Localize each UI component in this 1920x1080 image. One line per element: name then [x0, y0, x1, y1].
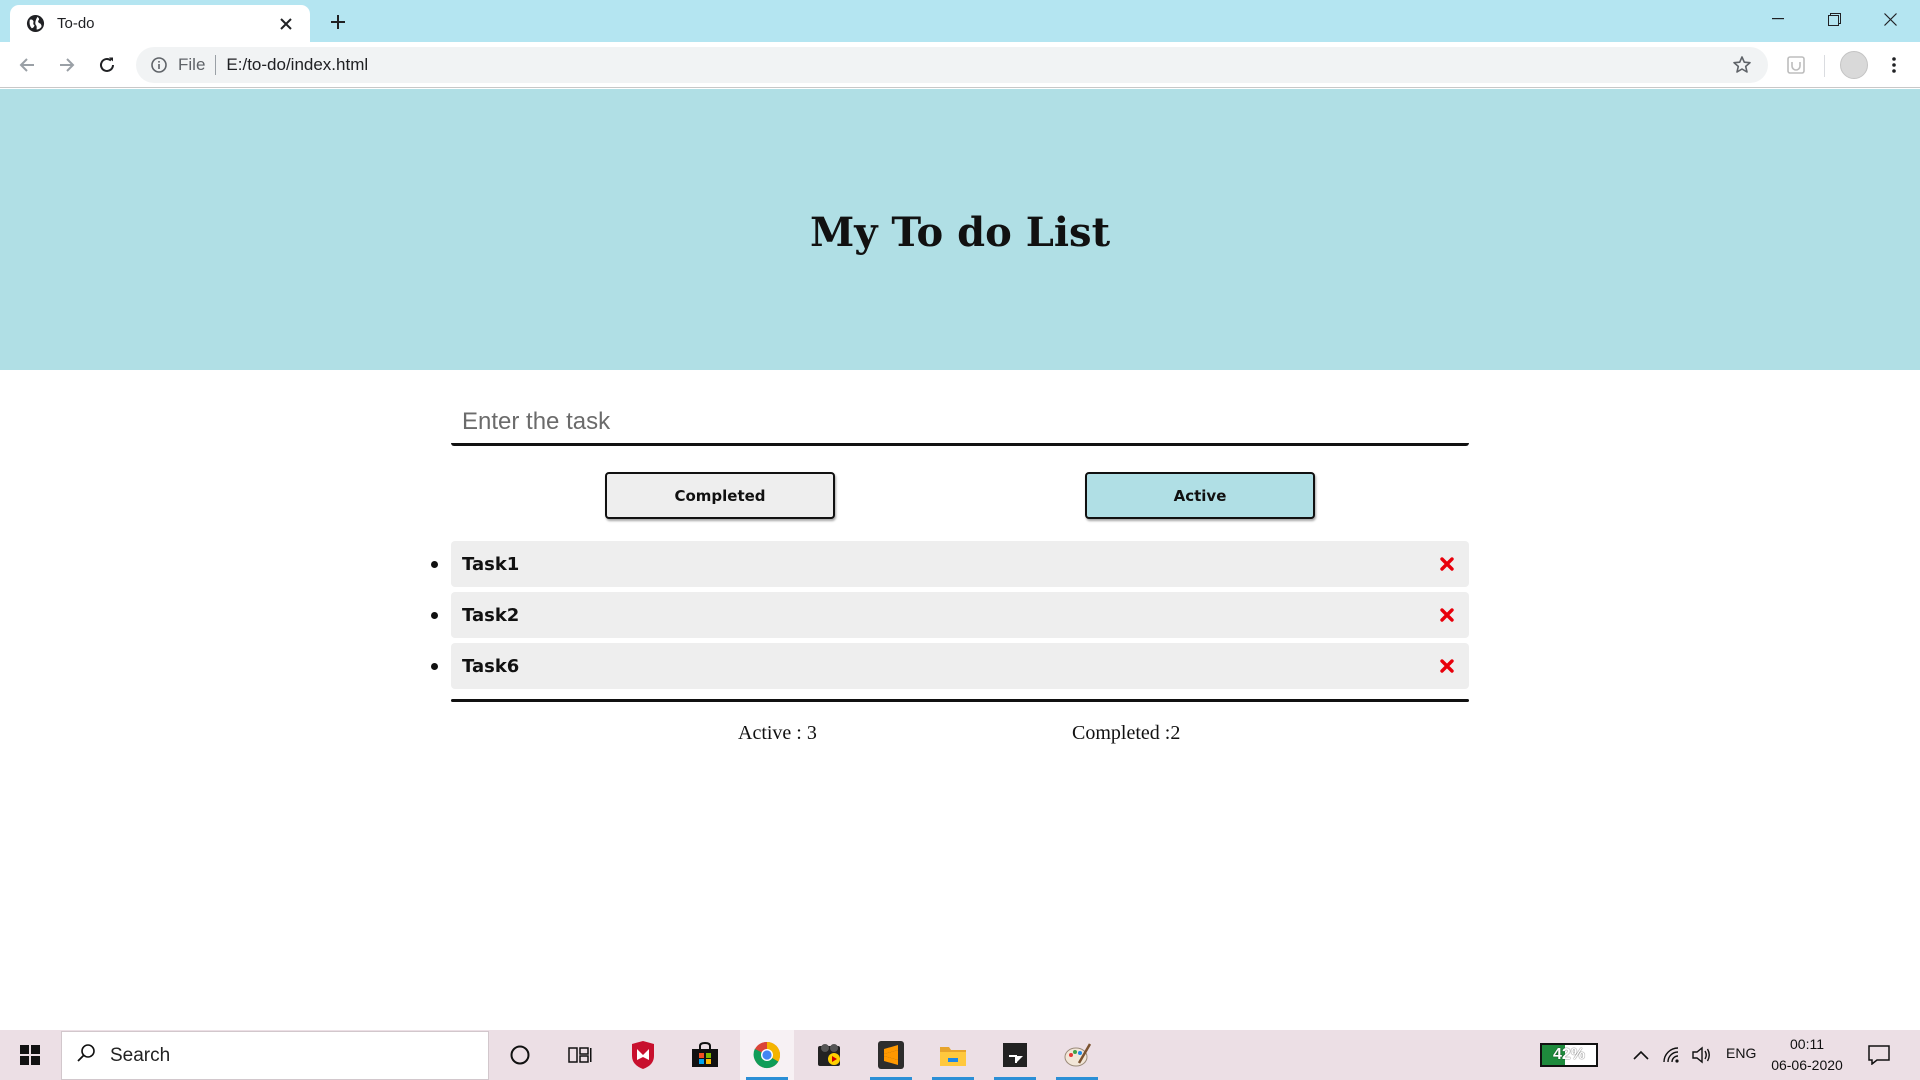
volume-icon[interactable] — [1690, 1044, 1712, 1066]
extension-icon[interactable] — [1784, 53, 1808, 77]
browser-toolbar: File E:/to-do/index.html — [0, 42, 1920, 88]
delete-x-icon[interactable] — [1425, 643, 1469, 689]
browser-chrome: To-do File E:/to-do/index.html — [0, 0, 1920, 88]
active-count: Active : 3 — [738, 722, 817, 744]
delete-x-icon[interactable] — [1425, 541, 1469, 587]
cortana-icon[interactable] — [493, 1030, 547, 1080]
task-view-icon[interactable] — [553, 1030, 607, 1080]
completed-filter-button[interactable]: Completed — [605, 472, 835, 519]
address-bar[interactable]: File E:/to-do/index.html — [136, 47, 1768, 83]
task-item[interactable]: Task1 — [431, 541, 1469, 587]
profile-avatar[interactable] — [1840, 51, 1868, 79]
app-header: My To do List — [0, 89, 1920, 370]
toolbar-separator — [1824, 55, 1825, 77]
list-bullet — [431, 612, 438, 619]
windows-start-button[interactable] — [0, 1030, 60, 1080]
chrome-icon[interactable] — [740, 1030, 794, 1080]
sublime-text-icon[interactable] — [864, 1030, 918, 1080]
back-button[interactable] — [11, 49, 43, 81]
task-label: Task6 — [462, 655, 520, 677]
active-filter-button[interactable]: Active — [1085, 472, 1315, 519]
mcafee-icon[interactable] — [616, 1030, 670, 1080]
system-clock[interactable]: 00:11 06-06-2020 — [1762, 1034, 1852, 1076]
window-close-button[interactable] — [1862, 0, 1918, 38]
notifications-icon[interactable] — [1866, 1042, 1892, 1068]
url-scheme-label: File — [178, 55, 206, 74]
battery-percent: 42% — [1552, 1046, 1586, 1063]
windows-taskbar: Search 42% ENG 00:11 06-06-2020 — [0, 1030, 1920, 1080]
clock-date: 06-06-2020 — [1771, 1057, 1843, 1073]
search-icon — [76, 1043, 96, 1068]
restore-button[interactable] — [1806, 0, 1862, 38]
task-label: Task2 — [462, 604, 520, 626]
minimize-button[interactable] — [1750, 0, 1806, 38]
close-icon[interactable] — [276, 14, 296, 34]
search-placeholder: Search — [110, 1044, 171, 1066]
battery-indicator[interactable]: 42% — [1540, 1043, 1598, 1067]
list-bullet — [431, 663, 438, 670]
bookmark-star-icon[interactable] — [1732, 55, 1752, 75]
completed-count: Completed :2 — [1072, 722, 1181, 744]
language-indicator[interactable]: ENG — [1726, 1045, 1756, 1061]
forward-button[interactable] — [51, 49, 83, 81]
list-divider — [451, 699, 1469, 702]
list-bullet — [431, 561, 438, 568]
url-text[interactable]: E:/to-do/index.html — [226, 55, 368, 75]
tab-strip: To-do — [0, 0, 1920, 42]
reload-button[interactable] — [91, 49, 123, 81]
file-explorer-icon[interactable] — [926, 1030, 980, 1080]
browser-tab[interactable]: To-do — [10, 5, 310, 42]
store-icon[interactable] — [678, 1030, 732, 1080]
clock-time: 00:11 — [1790, 1036, 1824, 1052]
delete-x-icon[interactable] — [1425, 592, 1469, 638]
task-item[interactable]: Task2 — [431, 592, 1469, 638]
info-icon[interactable] — [150, 56, 168, 74]
menu-kebab-icon[interactable] — [1880, 51, 1908, 79]
sticky-notes-icon[interactable] — [988, 1030, 1042, 1080]
chevron-up-icon[interactable] — [1630, 1044, 1652, 1066]
wifi-icon[interactable] — [1661, 1044, 1683, 1066]
paint-icon[interactable] — [1050, 1030, 1104, 1080]
task-label: Task1 — [462, 553, 520, 575]
globe-icon — [26, 14, 45, 33]
new-tab-button[interactable] — [324, 8, 352, 36]
task-input[interactable] — [451, 400, 1469, 446]
media-app-icon[interactable] — [802, 1030, 856, 1080]
task-list: Task1 Task2 Task6 — [431, 541, 1469, 694]
page-title: My To do List — [809, 209, 1111, 256]
tab-title: To-do — [57, 15, 95, 32]
task-item[interactable]: Task6 — [431, 643, 1469, 689]
url-separator — [215, 55, 217, 75]
taskbar-search-box[interactable]: Search — [61, 1031, 489, 1080]
